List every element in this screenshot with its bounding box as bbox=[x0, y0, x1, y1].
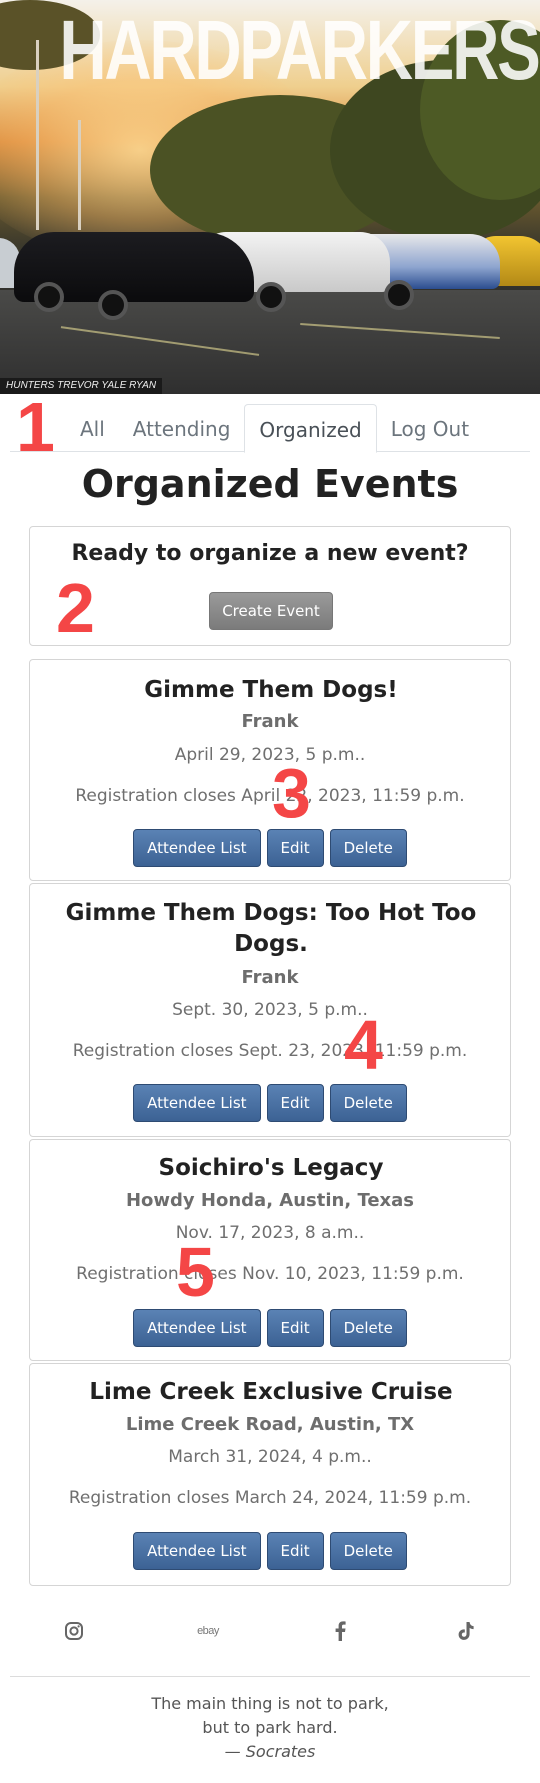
event-date: Sept. 30, 2023, 5 p.m.. bbox=[172, 1000, 368, 1020]
tab-attending[interactable]: Attending bbox=[119, 404, 245, 452]
event-registration-deadline: Registration closes March 24, 2024, 11:5… bbox=[68, 1488, 472, 1508]
instagram-icon[interactable] bbox=[54, 1611, 94, 1651]
tab-all[interactable]: All bbox=[66, 404, 119, 452]
tab-log-out[interactable]: Log Out bbox=[377, 404, 483, 452]
parking-stripe bbox=[300, 323, 500, 339]
event-card: Soichiro's Legacy Howdy Honda, Austin, T… bbox=[29, 1139, 511, 1361]
event-date: Nov. 17, 2023, 8 a.m.. bbox=[175, 1223, 365, 1243]
delete-button[interactable]: Delete bbox=[329, 1084, 407, 1122]
event-organizer: Frank bbox=[241, 967, 299, 988]
annotation-marker-3: 3 bbox=[272, 754, 311, 832]
event-title: Gimme Them Dogs! bbox=[144, 677, 398, 703]
event-card: Gimme Them Dogs! Frank April 29, 2023, 5… bbox=[29, 659, 511, 881]
create-event-card: Ready to organize a new event? Create Ev… bbox=[29, 526, 511, 646]
tiktok-icon[interactable] bbox=[446, 1611, 486, 1651]
event-title: Gimme Them Dogs: Too Hot Too Dogs. bbox=[65, 900, 477, 958]
delete-button[interactable]: Delete bbox=[329, 1532, 407, 1570]
event-card: Gimme Them Dogs: Too Hot Too Dogs. Frank… bbox=[29, 883, 511, 1137]
light-pole bbox=[78, 120, 81, 230]
event-title: Soichiro's Legacy bbox=[158, 1155, 384, 1181]
attendee-list-button[interactable]: Attendee List bbox=[133, 1084, 261, 1122]
event-card: Lime Creek Exclusive Cruise Lime Creek R… bbox=[29, 1363, 511, 1586]
light-pole bbox=[36, 40, 39, 230]
event-actions: Attendee List Edit Delete bbox=[30, 1309, 510, 1347]
social-links: ebay bbox=[0, 1611, 540, 1651]
quote-line-1: The main thing is not to park, bbox=[151, 1694, 389, 1713]
quote-author: — Socrates bbox=[224, 1742, 316, 1761]
wheel bbox=[34, 282, 64, 312]
footer-quote: The main thing is not to park, but to pa… bbox=[0, 1692, 540, 1764]
attendee-list-button[interactable]: Attendee List bbox=[133, 829, 261, 867]
attendee-list-button[interactable]: Attendee List bbox=[133, 1532, 261, 1570]
hero-banner: HARDPARKERS HUNTERS TREVOR YALE RYAN bbox=[0, 0, 540, 394]
edit-button[interactable]: Edit bbox=[266, 1309, 324, 1347]
event-date: March 31, 2024, 4 p.m.. bbox=[168, 1447, 372, 1467]
tab-organized[interactable]: Organized bbox=[244, 404, 377, 453]
delete-button[interactable]: Delete bbox=[329, 1309, 407, 1347]
annotation-marker-4: 4 bbox=[344, 1006, 383, 1084]
event-organizer: Howdy Honda, Austin, Texas bbox=[125, 1190, 415, 1211]
event-organizer: Frank bbox=[241, 711, 299, 732]
ebay-icon[interactable]: ebay bbox=[188, 1611, 228, 1651]
create-event-button[interactable]: Create Event bbox=[209, 592, 333, 630]
footer-divider bbox=[10, 1676, 530, 1677]
event-actions: Attendee List Edit Delete bbox=[30, 1084, 510, 1122]
create-event-prompt: Ready to organize a new event? bbox=[71, 541, 469, 566]
site-title: HARDPARKERS bbox=[59, 3, 540, 97]
event-date: April 29, 2023, 5 p.m.. bbox=[174, 745, 366, 765]
annotation-marker-1: 1 bbox=[16, 388, 55, 466]
event-organizer: Lime Creek Road, Austin, TX bbox=[125, 1414, 415, 1435]
event-actions: Attendee List Edit Delete bbox=[30, 1532, 510, 1570]
parking-stripe bbox=[60, 326, 260, 356]
annotation-marker-5: 5 bbox=[176, 1233, 215, 1311]
wheel bbox=[256, 282, 286, 312]
facebook-icon[interactable] bbox=[320, 1611, 360, 1651]
edit-button[interactable]: Edit bbox=[266, 1532, 324, 1570]
wheel bbox=[98, 290, 128, 320]
edit-button[interactable]: Edit bbox=[266, 1084, 324, 1122]
page-title: Organized Events bbox=[81, 462, 459, 506]
event-registration-deadline: Registration closes Sept. 23, 2023, 11:5… bbox=[72, 1041, 468, 1061]
quote-line-2: but to park hard. bbox=[202, 1718, 338, 1737]
event-title: Lime Creek Exclusive Cruise bbox=[89, 1379, 453, 1405]
nav-tabs-bar: All Attending Organized Log Out bbox=[10, 404, 530, 453]
event-actions: Attendee List Edit Delete bbox=[30, 829, 510, 867]
annotation-marker-2: 2 bbox=[56, 569, 95, 647]
event-registration-deadline: Registration closes April 22, 2023, 11:5… bbox=[75, 786, 465, 806]
event-registration-deadline: Registration closes Nov. 10, 2023, 11:59… bbox=[76, 1264, 464, 1284]
delete-button[interactable]: Delete bbox=[329, 829, 407, 867]
wheel bbox=[384, 280, 414, 310]
nav-tabs: All Attending Organized Log Out bbox=[66, 404, 483, 453]
edit-button[interactable]: Edit bbox=[266, 829, 324, 867]
attendee-list-button[interactable]: Attendee List bbox=[133, 1309, 261, 1347]
